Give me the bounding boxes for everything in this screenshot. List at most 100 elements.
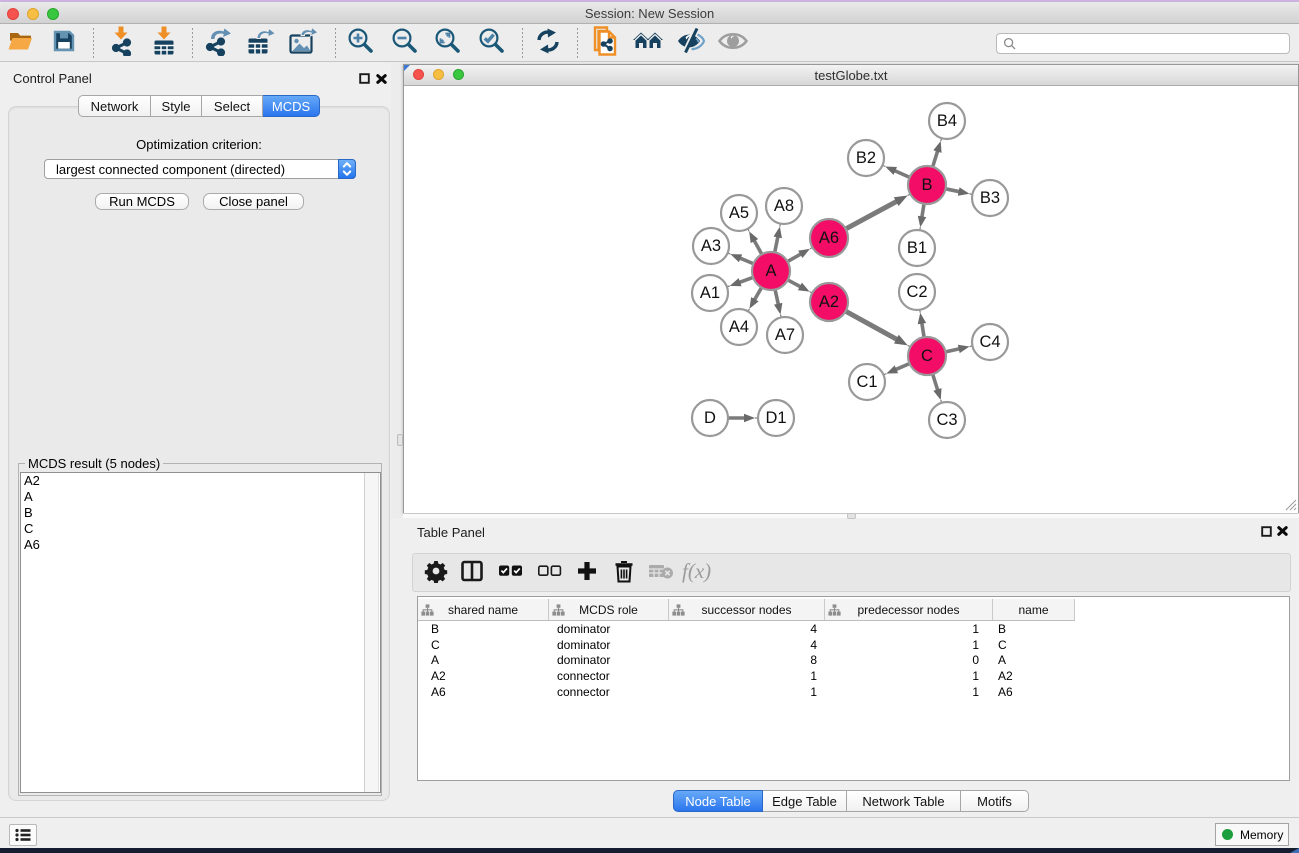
- table-close-panel-icon[interactable]: [1277, 526, 1288, 536]
- network-canvas[interactable]: AA1A2A3A4A5A6A7A8BB1B2B3B4CC1C2C3C4DD1: [404, 87, 1298, 513]
- splitter-handle-bottom[interactable]: [847, 513, 856, 519]
- tab-network[interactable]: Network: [78, 95, 151, 117]
- search-input[interactable]: [996, 33, 1290, 54]
- graph-edge-B-B4[interactable]: [933, 137, 942, 166]
- run-mcds-button[interactable]: Run MCDS: [95, 193, 189, 210]
- graph-edge-A-A5[interactable]: [747, 228, 761, 254]
- delete-table-button[interactable]: [645, 557, 677, 589]
- tab-network-table[interactable]: Network Table: [847, 790, 961, 812]
- graph-node-C3[interactable]: C3: [929, 402, 965, 438]
- graph-edge-A-A6[interactable]: [788, 247, 813, 261]
- mcds-result-item[interactable]: A2: [21, 473, 380, 489]
- mcds-result-scrollbar[interactable]: [364, 473, 379, 792]
- mcds-result-item[interactable]: A: [21, 489, 380, 505]
- graph-node-A8[interactable]: A8: [766, 188, 802, 224]
- zoom-selected-button[interactable]: [476, 27, 508, 59]
- graph-edge-C-C4[interactable]: [946, 345, 973, 353]
- graph-edge-A-A2[interactable]: [788, 280, 813, 293]
- column-header-name[interactable]: name: [993, 599, 1075, 620]
- mcds-result-item[interactable]: A6: [21, 537, 380, 553]
- tab-node-table[interactable]: Node Table: [673, 790, 763, 812]
- graph-edge-A-A1[interactable]: [726, 278, 753, 288]
- graph-edge-B-B2[interactable]: [882, 165, 910, 177]
- float-panel-icon[interactable]: [359, 73, 370, 84]
- add-column-button[interactable]: [571, 557, 603, 589]
- graph-node-D1[interactable]: D1: [758, 400, 794, 436]
- table-row[interactable]: Bdominator41B: [418, 622, 1289, 638]
- export-image-button[interactable]: [287, 27, 319, 59]
- memory-button[interactable]: Memory: [1215, 823, 1289, 846]
- column-header-MCDS-role[interactable]: MCDS role: [549, 599, 669, 620]
- function-button[interactable]: f(x): [683, 557, 715, 589]
- mcds-result-item[interactable]: B: [21, 505, 380, 521]
- resize-grip-icon[interactable]: [1284, 498, 1297, 511]
- graph-edge-A-A8[interactable]: [774, 223, 782, 252]
- graph-edge-C-C2[interactable]: [918, 309, 926, 337]
- close-panel-icon[interactable]: [376, 74, 387, 84]
- split-columns-button[interactable]: [456, 557, 488, 589]
- graph-edge-B-B1[interactable]: [918, 204, 926, 231]
- graph-node-B1[interactable]: B1: [899, 230, 935, 266]
- unselect-all-button[interactable]: [533, 557, 565, 589]
- column-header-predecessor-nodes[interactable]: predecessor nodes: [825, 599, 993, 620]
- graph-edge-A6-B[interactable]: [846, 194, 911, 229]
- tab-style[interactable]: Style: [151, 95, 202, 117]
- zoom-in-button[interactable]: [345, 27, 377, 59]
- graph-node-A7[interactable]: A7: [767, 317, 803, 353]
- zoom-out-button[interactable]: [389, 27, 421, 59]
- criterion-dropdown[interactable]: largest connected component (directed): [44, 159, 356, 179]
- column-header-shared-name[interactable]: shared name: [418, 599, 549, 620]
- table-row[interactable]: A6connector11A6: [418, 685, 1289, 701]
- graph-node-A6[interactable]: A6: [810, 219, 848, 257]
- graph-node-A3[interactable]: A3: [693, 228, 729, 264]
- table-row[interactable]: Cdominator41C: [418, 638, 1289, 654]
- mcds-result-list[interactable]: A2ABCA6: [20, 472, 381, 793]
- graph-node-A2[interactable]: A2: [810, 283, 848, 321]
- graph-node-B3[interactable]: B3: [972, 180, 1008, 216]
- graph-edge-D-D1[interactable]: [729, 414, 760, 423]
- refresh-button[interactable]: [532, 27, 564, 59]
- tab-mcds[interactable]: MCDS: [263, 95, 320, 117]
- tab-motifs[interactable]: Motifs: [961, 790, 1029, 812]
- export-table-button[interactable]: [245, 27, 277, 59]
- graph-edge-C-C1[interactable]: [883, 364, 910, 375]
- mcds-result-item[interactable]: C: [21, 521, 380, 537]
- table-row[interactable]: A2connector11A2: [418, 669, 1289, 685]
- graph-node-C4[interactable]: C4: [972, 324, 1008, 360]
- clone-network-button[interactable]: [589, 27, 621, 59]
- graph-node-A5[interactable]: A5: [721, 195, 757, 231]
- gear-button[interactable]: [420, 557, 452, 589]
- export-network-button[interactable]: [203, 27, 235, 59]
- task-history-button[interactable]: [9, 824, 37, 846]
- graph-edge-A-A4[interactable]: [747, 288, 761, 312]
- network-window-titlebar[interactable]: testGlobe.txt: [404, 65, 1298, 86]
- tab-edge-table[interactable]: Edge Table: [763, 790, 847, 812]
- table-float-panel-icon[interactable]: [1261, 526, 1272, 537]
- graph-edge-C-C3[interactable]: [933, 375, 942, 404]
- hide-eye-button[interactable]: [675, 27, 707, 59]
- graph-node-C1[interactable]: C1: [849, 364, 885, 400]
- zoom-fit-button[interactable]: [432, 27, 464, 59]
- delete-column-button[interactable]: [608, 557, 640, 589]
- home-network-button[interactable]: [632, 27, 664, 59]
- graph-node-C[interactable]: C: [908, 337, 946, 375]
- graph-edge-B-B3[interactable]: [946, 187, 973, 195]
- graph-edge-A-A3[interactable]: [727, 253, 753, 264]
- graph-node-A4[interactable]: A4: [721, 309, 757, 345]
- splitter-handle-left[interactable]: [397, 434, 403, 446]
- open-folder-button[interactable]: [5, 27, 37, 59]
- graph-node-D[interactable]: D: [692, 400, 728, 436]
- show-eye-button[interactable]: [717, 27, 749, 59]
- save-button[interactable]: [48, 27, 80, 59]
- close-panel-button[interactable]: Close panel: [203, 193, 304, 210]
- graph-node-B4[interactable]: B4: [929, 103, 965, 139]
- graph-edge-A2-C[interactable]: [846, 311, 911, 347]
- graph-node-B2[interactable]: B2: [848, 140, 884, 176]
- table-row[interactable]: Adominator80A: [418, 653, 1289, 669]
- import-network-button[interactable]: [105, 27, 137, 59]
- graph-node-B[interactable]: B: [908, 166, 946, 204]
- graph-node-A[interactable]: A: [752, 252, 790, 290]
- import-table-button[interactable]: [148, 27, 180, 59]
- column-header-successor-nodes[interactable]: successor nodes: [669, 599, 825, 620]
- select-all-button[interactable]: [494, 557, 526, 589]
